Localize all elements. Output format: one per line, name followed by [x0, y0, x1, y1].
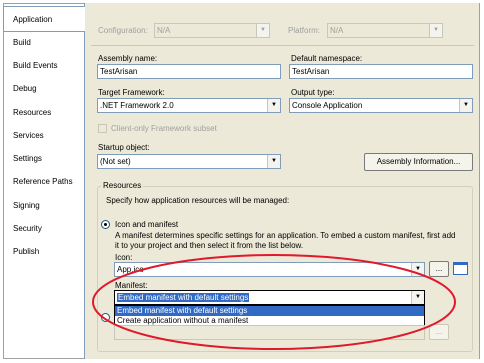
tab-application[interactable]: Application: [3, 6, 85, 32]
highlight-ellipse: [92, 254, 456, 350]
tab-label: Application: [13, 15, 53, 24]
highlight-ellipse-shape: [92, 254, 456, 350]
